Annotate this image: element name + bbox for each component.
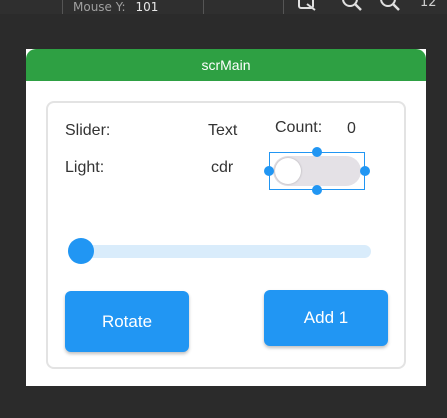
count-value: 0 xyxy=(347,120,356,137)
light-label: Light: xyxy=(65,159,105,176)
toolbar-divider xyxy=(283,0,284,14)
slider-track[interactable] xyxy=(68,245,371,258)
rotate-button[interactable]: Rotate xyxy=(65,291,189,352)
mouse-y-value: 101 xyxy=(135,0,159,14)
light-value-text: cdr xyxy=(211,159,234,176)
slider-label: Slider: xyxy=(65,122,111,139)
mouse-y-readout: Mouse Y: 101 xyxy=(62,0,204,14)
zoom-level: 12 xyxy=(420,0,437,10)
resize-handle-right[interactable] xyxy=(360,166,370,176)
resize-handle-top[interactable] xyxy=(312,147,322,157)
slider-value-text: Text xyxy=(208,122,238,139)
count-label: Count: xyxy=(275,119,323,136)
resize-handle-bottom[interactable] xyxy=(312,185,322,195)
resize-handle-left[interactable] xyxy=(264,166,274,176)
zoom-in-icon[interactable] xyxy=(378,0,402,14)
crop-icon[interactable] xyxy=(295,0,319,14)
slider-knob[interactable] xyxy=(68,238,94,264)
zoom-out-icon[interactable] xyxy=(340,0,364,14)
screen-title: scrMain xyxy=(26,49,426,81)
mouse-y-label: Mouse Y: xyxy=(73,0,126,14)
add-one-button[interactable]: Add 1 xyxy=(264,290,388,346)
